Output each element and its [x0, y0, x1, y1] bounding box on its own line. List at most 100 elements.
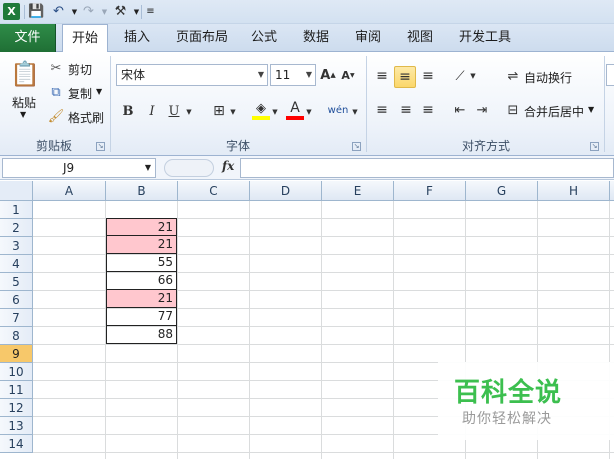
redo-icon[interactable]: ↷	[80, 3, 97, 20]
font-color-dropdown-icon[interactable]: ▼	[304, 104, 314, 120]
decrease-font-icon[interactable]: A ▼	[340, 66, 356, 84]
redo-dropdown-icon[interactable]: ▼	[96, 3, 113, 20]
scissors-icon[interactable]: ✂	[48, 60, 64, 76]
tab-page-layout[interactable]: 页面布局	[170, 24, 234, 52]
increase-font-icon[interactable]: A ▲	[320, 66, 336, 84]
name-box[interactable]: J9 ▼	[2, 158, 156, 178]
row-header-11[interactable]: 11	[0, 381, 33, 399]
merge-center-icon[interactable]: ⊟	[504, 100, 522, 120]
undo-icon[interactable]: ↶	[50, 3, 67, 20]
cell-b4[interactable]: 55	[106, 254, 177, 272]
align-right-icon[interactable]: ≡	[418, 100, 438, 120]
merge-dropdown-icon[interactable]: ▼	[588, 105, 594, 114]
column-header-e[interactable]: E	[322, 181, 394, 201]
formula-bar-handle[interactable]	[164, 159, 214, 177]
align-center-icon[interactable]: ≡	[396, 100, 416, 120]
align-bottom-icon[interactable]: ≡	[418, 66, 438, 86]
tools-icon[interactable]: ⚒	[112, 3, 129, 20]
phonetic-guide-icon[interactable]: wén	[326, 100, 350, 120]
tab-home[interactable]: 开始	[62, 24, 108, 53]
copy-icon[interactable]: ⧉	[48, 84, 64, 100]
cell-b2[interactable]: 21	[106, 218, 177, 236]
copy-button[interactable]: 复制	[68, 85, 92, 102]
row-header-8[interactable]: 8	[0, 327, 33, 345]
fill-color-dropdown-icon[interactable]: ▼	[270, 104, 280, 120]
decrease-indent-icon[interactable]: ⇤	[450, 100, 470, 120]
column-header-b[interactable]: B	[106, 181, 178, 201]
wrap-text-icon[interactable]: ⇌	[504, 66, 522, 86]
row-header-12[interactable]: 12	[0, 399, 33, 417]
save-icon[interactable]: 💾	[28, 3, 45, 20]
phonetic-dropdown-icon[interactable]: ▼	[350, 104, 360, 120]
row-header-13[interactable]: 13	[0, 417, 33, 435]
tab-developer[interactable]: 开发工具	[452, 24, 518, 52]
number-format-select[interactable]	[606, 64, 614, 86]
cut-button[interactable]: 剪切	[68, 61, 92, 78]
font-name-select[interactable]: 宋体 ▼	[116, 64, 268, 86]
tab-insert[interactable]: 插入	[114, 24, 160, 52]
increase-indent-icon[interactable]: ⇥	[472, 100, 492, 120]
clipboard-group-label: 剪贴板	[35, 139, 72, 153]
select-all-corner[interactable]	[0, 181, 33, 201]
row-header-3[interactable]: 3	[0, 237, 33, 255]
row-header-14[interactable]: 14	[0, 435, 33, 453]
alignment-launcher-icon[interactable]: ↘	[590, 142, 599, 151]
column-header-a[interactable]: A	[33, 181, 106, 201]
orientation-dropdown-icon[interactable]: ▼	[468, 68, 478, 84]
cell-b3[interactable]: 21	[106, 236, 177, 254]
column-header-c[interactable]: C	[178, 181, 250, 201]
cell-b8[interactable]: 88	[106, 326, 177, 344]
cell-b5[interactable]: 66	[106, 272, 177, 290]
tab-data[interactable]: 数据	[296, 24, 336, 52]
orientation-icon[interactable]: ⟋	[450, 66, 470, 86]
clipboard-launcher-icon[interactable]: ↘	[96, 142, 105, 151]
chevron-down-icon: ▼	[305, 70, 312, 79]
format-painter-button[interactable]: 格式刷	[68, 109, 104, 126]
column-header-i[interactable]	[610, 181, 614, 201]
row-header-4[interactable]: 4	[0, 255, 33, 273]
align-left-icon[interactable]: ≡	[372, 100, 392, 120]
align-top-icon[interactable]: ≡	[372, 66, 392, 86]
font-launcher-icon[interactable]: ↘	[352, 142, 361, 151]
row-header-6[interactable]: 6	[0, 291, 33, 309]
insert-function-icon[interactable]: fx	[222, 159, 234, 173]
row-header-7[interactable]: 7	[0, 309, 33, 327]
font-size-select[interactable]: 11 ▼	[270, 64, 316, 86]
paste-dropdown-icon[interactable]: ▼	[20, 110, 26, 119]
bold-button[interactable]: B	[120, 102, 136, 120]
row-header-10[interactable]: 10	[0, 363, 33, 381]
wrap-text-button[interactable]: 自动换行	[524, 69, 572, 86]
tab-view[interactable]: 视图	[400, 24, 440, 52]
column-header-f[interactable]: F	[394, 181, 466, 201]
tab-file[interactable]: 文件	[0, 24, 56, 52]
align-middle-icon[interactable]: ≡	[394, 66, 416, 88]
cell-b7[interactable]: 77	[106, 308, 177, 326]
row-header-2[interactable]: 2	[0, 219, 33, 237]
cell-b6[interactable]: 21	[106, 290, 177, 308]
column-header-d[interactable]: D	[250, 181, 322, 201]
copy-dropdown-icon[interactable]: ▼	[96, 87, 102, 96]
paste-icon[interactable]: 📋	[10, 58, 40, 90]
underline-button[interactable]: U	[166, 102, 182, 120]
column-header-g[interactable]: G	[466, 181, 538, 201]
row-header-1[interactable]: 1	[0, 201, 33, 219]
font-color-icon[interactable]: A	[286, 100, 304, 120]
fill-color-icon[interactable]: ◈	[252, 100, 270, 120]
formula-input[interactable]	[240, 158, 614, 178]
excel-logo-icon[interactable]: X	[3, 3, 20, 20]
underline-dropdown-icon[interactable]: ▼	[184, 104, 194, 120]
borders-dropdown-icon[interactable]: ▼	[228, 104, 238, 120]
format-painter-icon[interactable]: 🖌	[48, 108, 65, 124]
gridline	[321, 201, 322, 459]
italic-button[interactable]: I	[144, 102, 160, 120]
tab-formulas[interactable]: 公式	[244, 24, 284, 52]
row-header-9-selected[interactable]: 9	[0, 345, 33, 363]
row-header-5[interactable]: 5	[0, 273, 33, 291]
borders-icon[interactable]: ⊞	[210, 102, 228, 120]
customize-toolbar-icon[interactable]: ≡	[142, 3, 159, 20]
column-header-h[interactable]: H	[538, 181, 610, 201]
merge-center-button[interactable]: 合并后居中	[524, 103, 584, 120]
tab-review[interactable]: 审阅	[348, 24, 388, 52]
paste-button[interactable]: 粘贴	[12, 94, 36, 111]
font-name-value: 宋体	[121, 68, 146, 82]
